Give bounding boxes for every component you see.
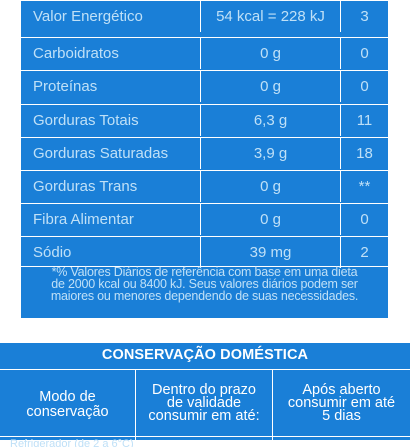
nutrient-quantity: 54 kcal = 228 kJ — [216, 8, 325, 25]
nutrient-name: Proteínas — [33, 78, 98, 95]
nutrient-daily-value: 11 — [356, 112, 373, 129]
nutrient-name: Valor Energético — [33, 8, 143, 25]
nutrient-name: Gorduras Totais — [33, 112, 139, 129]
nutrient-daily-value: 0 — [360, 45, 369, 62]
header-after-opening: Após aberto consumir em até 5 dias — [273, 373, 410, 433]
nutrient-quantity: 0 g — [260, 211, 281, 228]
nutrient-daily-value: 18 — [356, 145, 373, 162]
header-line: conservação — [26, 404, 109, 420]
nutrient-quantity: 0 g — [260, 178, 281, 195]
header-line: 5 dias — [322, 407, 361, 424]
nutrient-name: Gorduras Saturadas — [33, 145, 169, 162]
table-row: Carboidratos 0 g 0 — [21, 37, 388, 69]
row-divider — [0, 436, 410, 437]
header-within-expiry: Dentro do prazo de validade consumir em … — [136, 373, 272, 433]
conservation-mode-cell: Refrigerador (de 2 a 6°C) — [10, 439, 134, 447]
table-row: Gorduras Trans 0 g ** — [21, 170, 388, 202]
nutrient-daily-value: 3 — [360, 8, 369, 25]
nutrient-daily-value: ** — [358, 178, 371, 195]
table-row: Fibra Alimentar 0 g 0 — [21, 203, 388, 235]
table-row: Valor Energético 54 kcal = 228 kJ 3 — [21, 0, 388, 32]
nutrient-name: Fibra Alimentar — [33, 211, 134, 228]
nutrient-name: Gorduras Trans — [33, 178, 138, 195]
conservation-table: CONSERVAÇÃO DOMÉSTICA Modo de conservaçã… — [0, 343, 410, 447]
nutrient-name: Sódio — [33, 244, 72, 261]
table-row: Gorduras Saturadas 3,9 g 18 — [21, 137, 388, 169]
table-row: Proteínas 0 g 0 — [21, 70, 388, 102]
nutrition-table: Valor Energético 54 kcal = 228 kJ 3 Carb… — [21, 0, 388, 318]
nutrient-quantity: 0 g — [260, 45, 281, 62]
header-line: consumir em até: — [148, 407, 260, 424]
nutrient-quantity: 39 mg — [249, 244, 292, 261]
nutrient-quantity: 6,3 g — [253, 112, 288, 129]
table-row: Sódio 39 mg 2 — [21, 236, 388, 268]
nutrient-daily-value: 0 — [360, 211, 369, 228]
nutrient-daily-value: 0 — [360, 78, 369, 95]
conservation-title: CONSERVAÇÃO DOMÉSTICA — [101, 347, 309, 363]
header-conservation-mode: Modo de conservação — [0, 372, 135, 438]
nutrient-daily-value: 2 — [360, 244, 369, 261]
table-row: Refrigerador (de 2 a 6°C) — [0, 439, 410, 447]
nutrient-quantity: 0 g — [260, 78, 281, 95]
header-line: Modo de — [39, 389, 96, 405]
footnote-line: maiores ou menores dependendo de suas ne… — [50, 289, 359, 303]
row-divider — [0, 369, 410, 370]
nutrient-name: Carboidratos — [33, 45, 119, 62]
daily-values-footnote: *% Valores Diários de referência com bas… — [21, 266, 388, 303]
table-row: Gorduras Totais 6,3 g 11 — [21, 104, 388, 136]
nutrient-quantity: 3,9 g — [253, 145, 288, 162]
